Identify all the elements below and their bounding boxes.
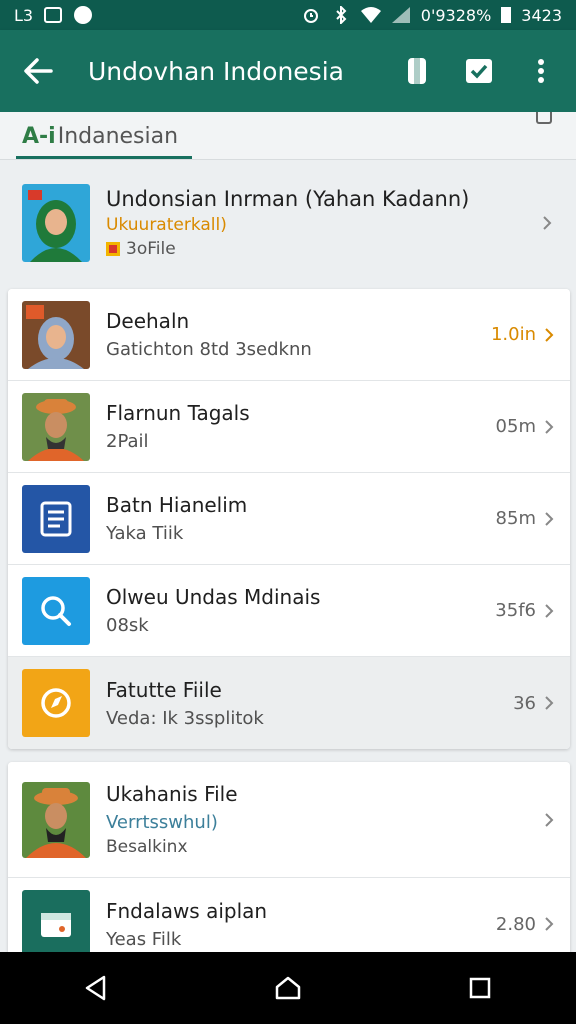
file-list-card-2: Ukahanis File Verrtsswhul) Besalkinx Fnd… [8, 762, 570, 970]
check-box-icon [43, 7, 63, 23]
item-title: Fndalaws aiplan [106, 898, 268, 923]
wifi-icon [360, 7, 381, 23]
featured-thumbnail [22, 184, 90, 262]
status-left-text: L3 [14, 5, 34, 25]
featured-subtitle: Ukuuraterkall) [106, 215, 227, 235]
item-subtitle: Yeas Filk [106, 928, 182, 950]
signal-icon [391, 7, 411, 23]
status-bar: L3 0'9328% 3423 [0, 0, 576, 30]
item-meta: 36 [513, 692, 536, 714]
list-item[interactable]: Flarnun Tagals 2Pail 05m [8, 381, 570, 473]
alarm-icon [301, 7, 321, 23]
item-title: Fatutte Fiile [106, 677, 222, 702]
item-subtitle: Gatichton 8td 3sedknn [106, 339, 312, 360]
item-title: Batn Hianelim [106, 493, 248, 517]
tab-underline [16, 156, 192, 159]
check-button[interactable] [462, 54, 496, 88]
phone-button[interactable] [400, 54, 434, 88]
navigation-bar [0, 952, 576, 1024]
avatar [22, 781, 90, 858]
more-button[interactable] [524, 54, 558, 88]
battery-icon [501, 7, 512, 23]
list-item[interactable]: Olweu Undas Mdinais 08sk 35f6 [8, 565, 570, 657]
tab-indonesian[interactable]: A-i Indanesian [22, 112, 178, 160]
back-triangle-icon [85, 975, 106, 1001]
item-title: Olweu Undas Mdinais [106, 585, 321, 609]
nav-home-button[interactable] [264, 964, 312, 1012]
tray-icon[interactable] [536, 112, 552, 124]
flag-icon [106, 242, 120, 256]
clock: 3423 [521, 5, 562, 25]
item-meta: 2.80 [495, 913, 536, 935]
phone-icon [408, 58, 426, 84]
list-item[interactable]: Ukahanis File Verrtsswhul) Besalkinx [8, 762, 570, 878]
document-icon [22, 484, 90, 553]
item-meta: 05m [495, 416, 536, 437]
item-meta: 85m [495, 508, 536, 529]
item-subtitle: 08sk [106, 615, 149, 636]
recents-icon [469, 977, 491, 999]
bluetooth-icon [331, 6, 351, 24]
nav-recents-button[interactable] [456, 964, 504, 1012]
list-item[interactable]: Batn Hianelim Yaka Tiik 85m [8, 473, 570, 565]
file-list-card: Deehaln Gatichton 8td 3sedknn 1.0in Flar… [8, 289, 570, 749]
chevron-right-icon [540, 216, 554, 230]
circle-icon [73, 6, 93, 24]
item-title: Flarnun Tagals [106, 401, 250, 425]
featured-meta: 3oFile [126, 239, 176, 259]
compass-icon [22, 669, 90, 737]
item-title: Deehaln [106, 309, 190, 333]
item-subtitle: 2Pail [106, 431, 149, 452]
item-meta: 35f6 [495, 600, 536, 621]
chevron-right-icon [542, 511, 556, 526]
tab-bar: A-i Indanesian [0, 112, 576, 160]
app-title: Undovhan Indonesia [88, 56, 344, 86]
item-subtitle: Veda: Ik 3ssplitok [106, 707, 264, 729]
back-arrow-icon [24, 58, 53, 84]
item-subtitle: Yaka Tiik [106, 523, 184, 544]
list-item[interactable]: Deehaln Gatichton 8td 3sedknn 1.0in [8, 289, 570, 381]
chevron-right-icon [542, 603, 556, 618]
chevron-right-icon [542, 917, 556, 931]
avatar [22, 392, 90, 461]
featured-item[interactable]: Undonsian Inrman (Yahan Kadann) Ukuurate… [0, 160, 576, 286]
item-subtitle-2: Besalkinx [106, 837, 188, 857]
battery-percent: 0'9328% [420, 5, 492, 25]
list-item-selected[interactable]: Fatutte Fiile Veda: Ik 3ssplitok 36 [8, 657, 570, 749]
nav-back-button[interactable] [72, 964, 120, 1012]
item-subtitle: Verrtsswhul) [106, 812, 218, 833]
more-vert-icon [538, 59, 544, 83]
check-square-icon [466, 59, 492, 83]
app-bar: Undovhan Indonesia [0, 30, 576, 112]
chevron-right-icon [542, 419, 556, 434]
back-button[interactable] [18, 51, 58, 91]
avatar [22, 300, 90, 369]
item-meta: 1.0in [490, 324, 536, 345]
chevron-right-icon [542, 812, 556, 827]
featured-title: Undonsian Inrman (Yahan Kadann) [106, 187, 470, 211]
chevron-right-icon [542, 327, 556, 342]
home-icon [275, 976, 301, 1000]
chevron-right-icon [542, 696, 556, 710]
calendar-icon [22, 890, 90, 958]
item-title: Ukahanis File [106, 782, 238, 806]
tab-prefix: A-i [22, 123, 56, 149]
tab-label: Indanesian [57, 123, 179, 149]
search-icon [22, 576, 90, 645]
